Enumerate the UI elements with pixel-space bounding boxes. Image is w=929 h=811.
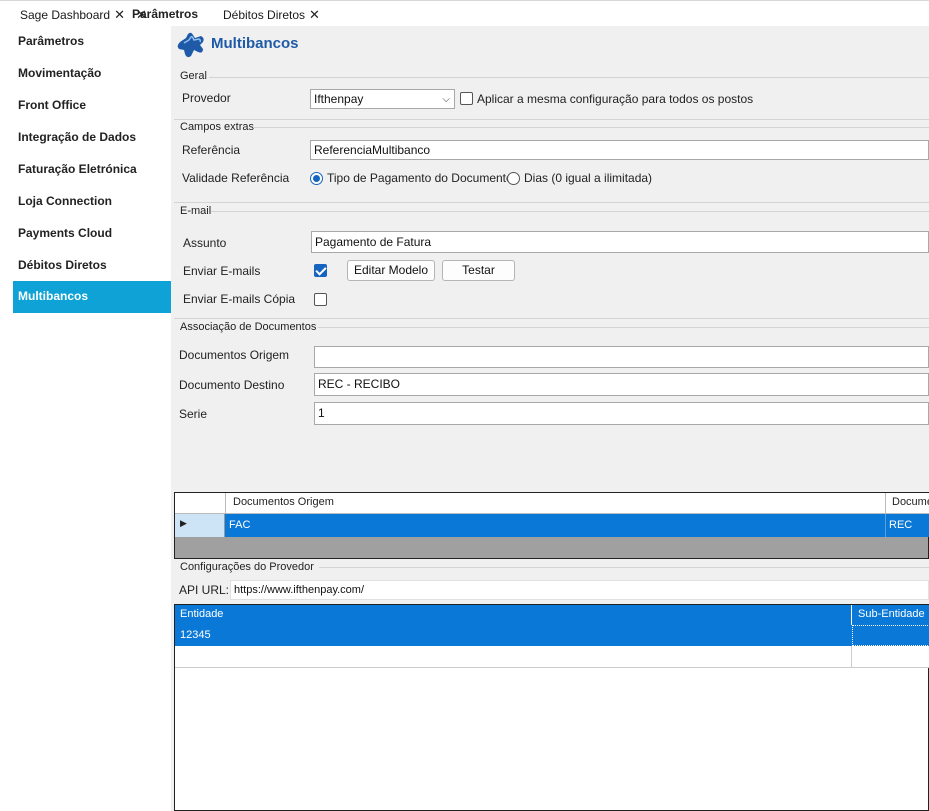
close-icon[interactable]: ✕ [114,7,125,22]
close-icon[interactable]: ✕ [309,7,320,22]
provedor-select[interactable]: Ifthenpay ⌵ [310,89,455,109]
tab-debitos-diretos[interactable]: Débitos Diretos ✕ [223,7,320,25]
puzzle-icon [177,32,204,58]
sidebar-item-faturacao-eletronica[interactable]: Faturação Eletrónica [13,154,171,186]
column-header[interactable]: Docume [892,496,929,508]
documentos-grid[interactable]: Documentos Origem Docume ▶ FAC REC [174,492,929,559]
documento-destino-input[interactable]: REC - RECIBO [314,373,929,396]
row-pointer-icon: ▶ [180,518,187,528]
column-header[interactable]: Entidade [180,608,223,620]
aplicar-checkbox[interactable] [460,92,473,105]
sidebar-item-loja-connection[interactable]: Loja Connection [13,186,171,218]
testar-button[interactable]: Testar [442,260,515,281]
divider [174,318,929,319]
enviar-copia-label: Enviar E-mails Cópia [183,292,296,306]
assunto-input[interactable]: Pagamento de Fatura [311,231,929,253]
tab-sage-dashboard[interactable]: Sage Dashboard ✕ [20,7,125,25]
divider [253,127,929,128]
enviar-emails-checkbox[interactable] [314,264,327,277]
table-cell[interactable]: REC [889,519,912,531]
documentos-origem-input[interactable] [314,346,929,368]
provedor-value: Ifthenpay [314,92,364,106]
main-panel: Multibancos Geral Provedor Ifthenpay ⌵ A… [171,26,929,811]
table-row[interactable] [175,514,929,537]
divider [225,493,226,514]
divider [851,646,852,668]
radio-dias[interactable] [507,172,520,185]
tab-label: Débitos Diretos [223,8,306,22]
aplicar-label: Aplicar a mesma configuração para todos … [477,92,754,106]
table-cell[interactable] [852,625,929,646]
sidebar-item-front-office[interactable]: Front Office [13,90,171,122]
serie-label: Serie [179,407,208,421]
column-header[interactable]: Sub-Entidade [858,608,925,620]
divider [209,77,929,78]
table-cell[interactable]: FAC [229,519,250,531]
documento-destino-label: Documento Destino [179,378,285,392]
divider [885,514,886,537]
divider [211,211,929,212]
api-url-label: API URL: [179,583,230,597]
table-row-new[interactable] [175,646,929,668]
section-email: E-mail [180,205,212,217]
documentos-origem-label: Documentos Origem [179,348,290,362]
sidebar-item-payments-cloud[interactable]: Payments Cloud [13,218,171,250]
enviar-emails-label: Enviar E-mails [183,264,261,278]
row-header[interactable]: ▶ [175,514,225,537]
referencia-label: Referência [182,143,241,157]
grid-header: Entidade Sub-Entidade [175,605,929,625]
assunto-label: Assunto [183,236,227,250]
divider [174,202,929,203]
tab-bar: Sage Dashboard ✕ Parâmetros ✕ Débitos Dire… [0,0,929,26]
section-geral: Geral [180,70,207,82]
api-url-input[interactable]: https://www.ifthenpay.com/ [230,580,929,600]
page-title: Multibancos [211,35,299,52]
column-header[interactable]: Documentos Origem [233,496,334,508]
tab-label: Parâmetros [132,7,199,21]
editar-modelo-button[interactable]: Editar Modelo [347,260,435,281]
table-cell[interactable]: 12345 [180,629,211,641]
radio-tipo-pagamento[interactable] [310,172,323,185]
sidebar-item-multibancos[interactable]: Multibancos [13,281,171,313]
divider [319,567,929,568]
radio-tipo-pagamento-label: Tipo de Pagamento do Documento [327,171,513,185]
tab-parametros[interactable]: Parâmetros ✕ [132,7,198,25]
section-associacao: Associação de Documentos [180,321,317,333]
provedor-label: Provedor [182,91,231,105]
sidebar-item-debitos-diretos[interactable]: Débitos Diretos [13,250,171,282]
radio-dias-label: Dias (0 igual a ilimitada) [524,171,653,185]
divider [885,493,886,514]
referencia-input[interactable]: ReferenciaMultibanco [310,140,929,160]
divider [851,605,852,625]
section-campos-extras: Campos extras [180,121,254,133]
section-config-provedor: Configurações do Provedor [180,561,314,573]
tab-label: Sage Dashboard [20,8,111,22]
grid-header: Documentos Origem Docume [175,493,929,514]
sidebar-item-integracao-dados[interactable]: Integração de Dados [13,122,171,154]
validade-label: Validade Referência [182,171,290,185]
sidebar-item-movimentacao[interactable]: Movimentação [13,58,171,90]
divider [318,327,929,328]
table-row[interactable] [175,625,929,646]
sidebar-item-parametros[interactable]: Parâmetros [13,26,171,58]
enviar-copia-checkbox[interactable] [314,293,327,306]
chevron-down-icon: ⌵ [442,94,450,105]
serie-input[interactable]: 1 [314,402,929,425]
sidebar: Parâmetros Movimentação Front Office Int… [13,26,171,811]
entidades-grid[interactable]: Entidade Sub-Entidade 12345 [174,604,929,811]
page-header: Multibancos [171,26,929,66]
divider [174,119,929,120]
